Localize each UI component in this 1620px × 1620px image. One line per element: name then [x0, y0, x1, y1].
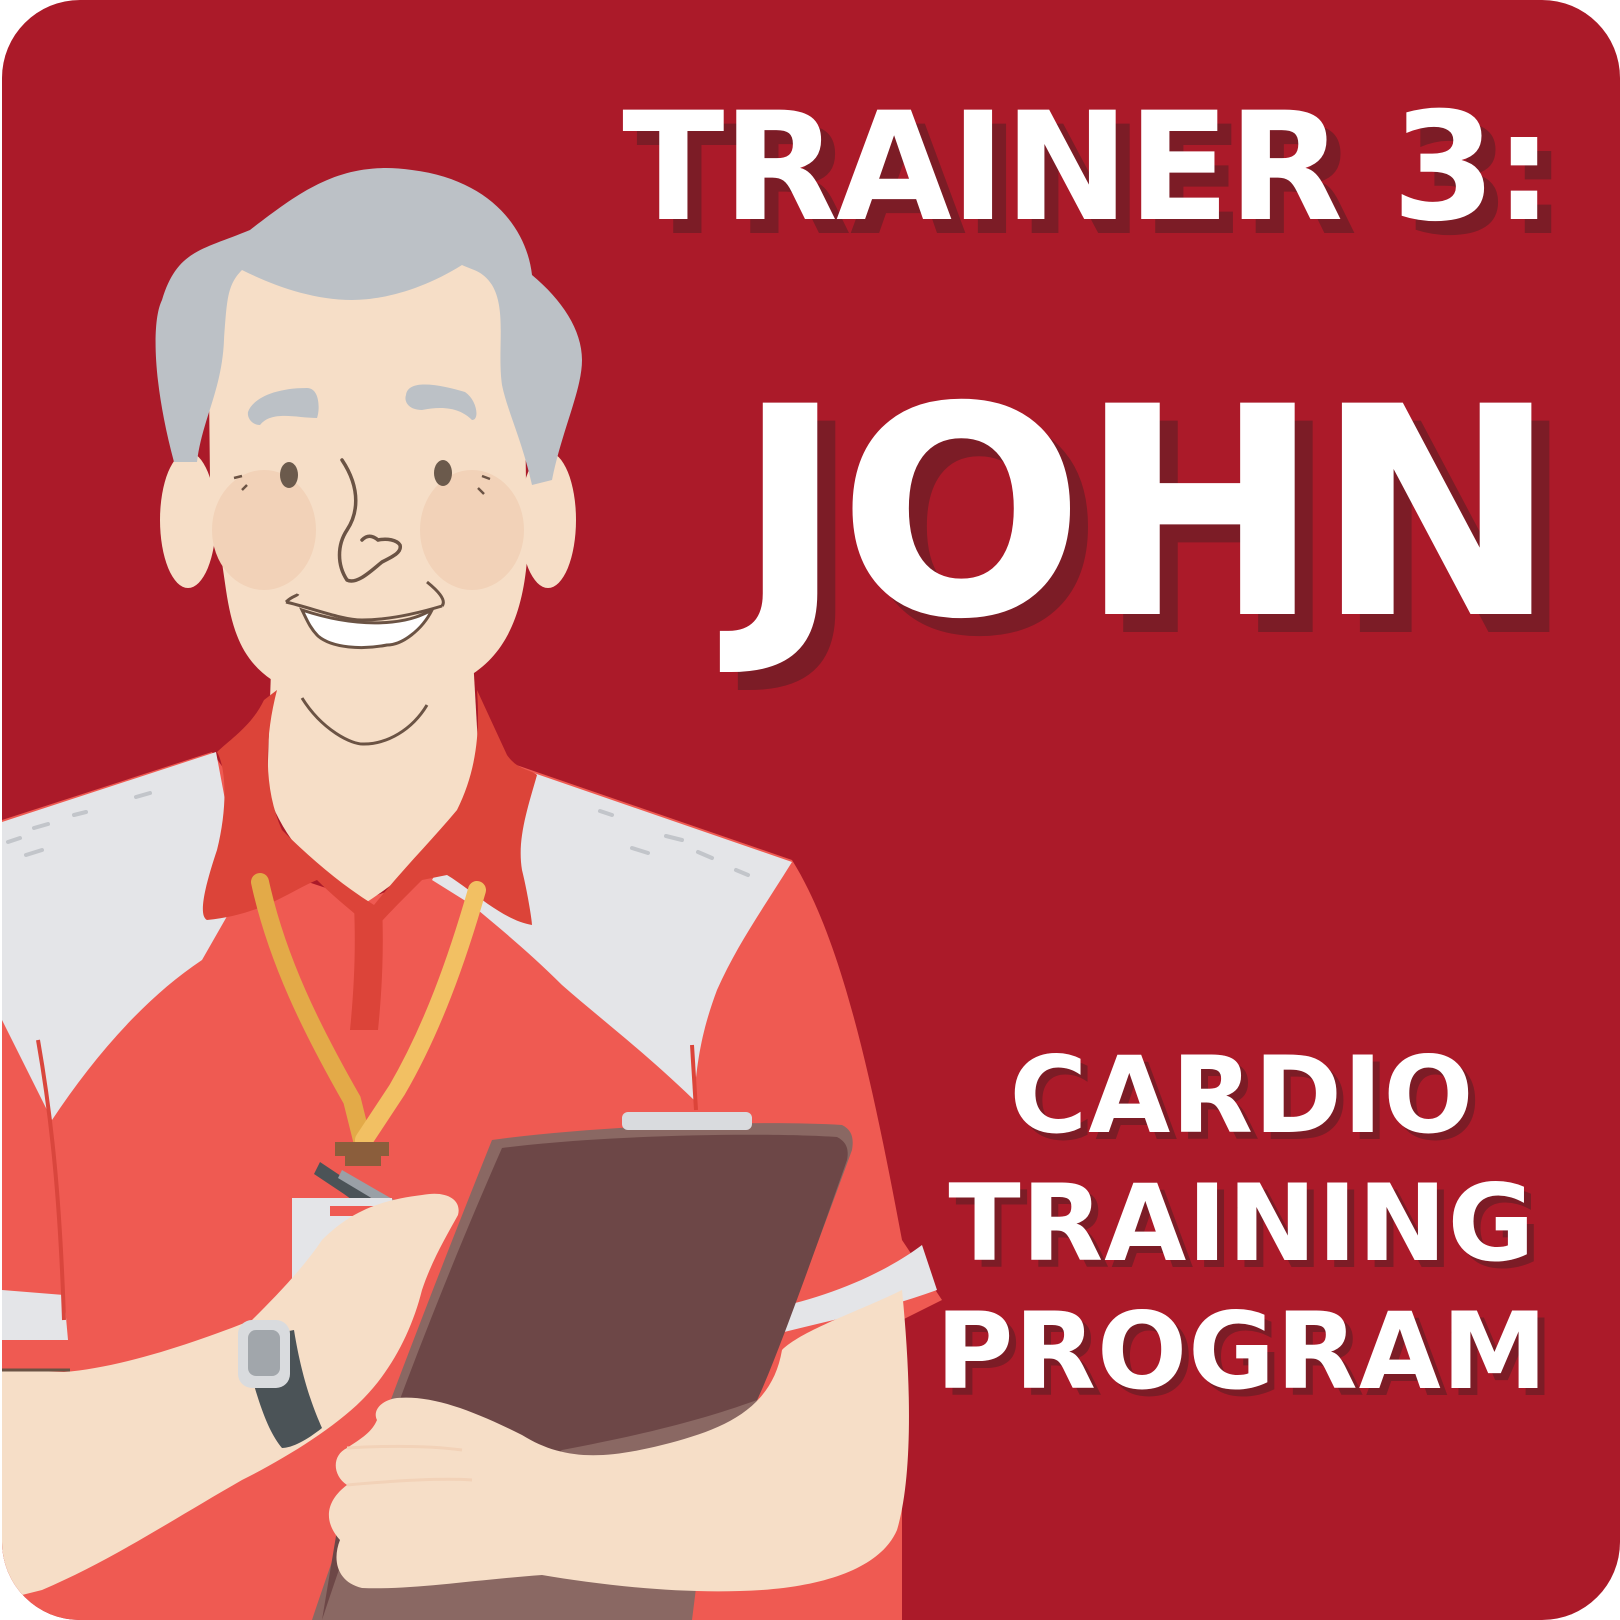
clipboard-clip — [622, 1112, 752, 1130]
right-cheek — [420, 470, 524, 590]
program-title: CARDIO TRAINING PROGRAM — [932, 1032, 1552, 1416]
program-line-1: CARDIO — [1009, 1034, 1475, 1157]
left-sleeve-cuff — [2, 1290, 68, 1340]
right-eye — [434, 460, 452, 486]
heading: TRAINER 3: — [622, 81, 1554, 255]
program-line-3: PROGRAM — [935, 1290, 1549, 1413]
left-cheek — [212, 470, 316, 590]
lanyard-clip-base — [345, 1156, 381, 1166]
program-line-2: TRAINING — [948, 1162, 1536, 1285]
trainer-name: JOHN — [736, 346, 1558, 683]
lanyard-clip — [335, 1142, 389, 1156]
left-ear — [160, 452, 216, 588]
placket — [350, 905, 383, 1030]
left-eye — [280, 462, 298, 488]
promo-card: TRAINER 3: JOHN CARDIO TRAINING PROGRAM — [2, 0, 1620, 1620]
